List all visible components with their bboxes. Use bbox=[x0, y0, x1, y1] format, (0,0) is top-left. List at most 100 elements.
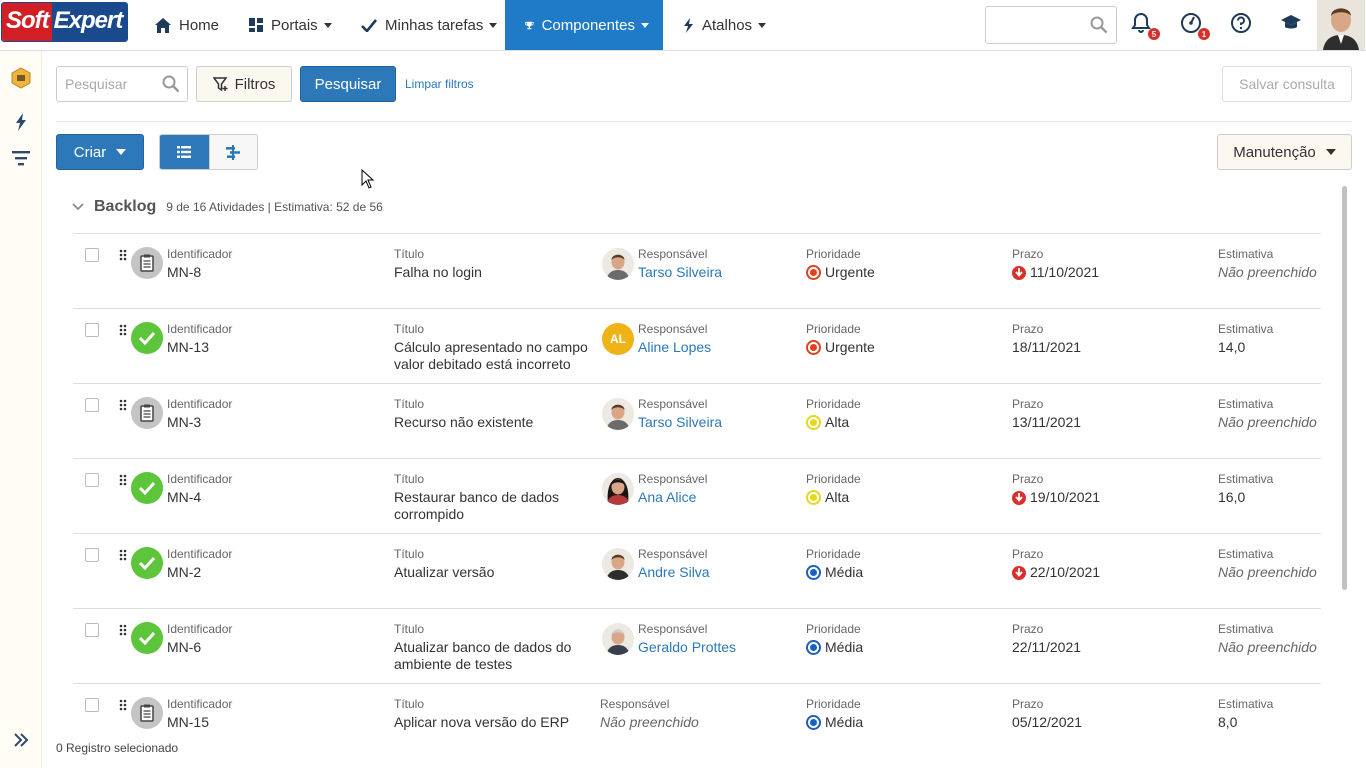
help-button[interactable] bbox=[1230, 12, 1256, 38]
priority-cell: Prioridade Média bbox=[806, 547, 863, 581]
learning-button[interactable] bbox=[1280, 12, 1306, 38]
row-checkbox[interactable] bbox=[85, 548, 99, 562]
clear-filters-link[interactable]: Limpar filtros bbox=[405, 77, 474, 91]
nav-componentes[interactable]: Componentes bbox=[505, 0, 663, 50]
title-label: Título bbox=[394, 622, 425, 636]
responsible-link[interactable]: Geraldo Prottes bbox=[638, 639, 736, 656]
table-row[interactable]: Identificador MN-15 Título Aplicar nova ver… bbox=[73, 683, 1321, 758]
identifier-label: Identificador bbox=[167, 622, 233, 636]
priority-label: Prioridade bbox=[806, 622, 861, 636]
estimate-cell: Estimativa Não preenchido bbox=[1218, 247, 1318, 281]
scrollbar-thumb[interactable] bbox=[1342, 186, 1347, 590]
title-value[interactable]: Restaurar banco de dados corrompido bbox=[394, 489, 594, 523]
table-row[interactable]: Identificador MN-6 Título Atualizar banco d… bbox=[73, 608, 1321, 683]
completed-check-icon bbox=[131, 472, 163, 504]
deadline-label: Prazo bbox=[1012, 697, 1044, 711]
title-value[interactable]: Falha no login bbox=[394, 264, 594, 281]
drag-handle-icon[interactable] bbox=[119, 324, 127, 336]
document-icon bbox=[131, 697, 163, 729]
user-avatar[interactable] bbox=[1317, 0, 1365, 50]
responsible-cell: Responsável Ana Alice bbox=[638, 472, 707, 506]
deadline-label: Prazo bbox=[1012, 397, 1044, 411]
search-field[interactable] bbox=[56, 66, 188, 102]
global-search-input[interactable] bbox=[985, 6, 1117, 44]
title-cell: Título Atualizar banco de dados do ambien… bbox=[394, 622, 594, 673]
priority-cell: Prioridade Média bbox=[806, 622, 863, 656]
responsible-link[interactable]: Aline Lopes bbox=[638, 339, 711, 356]
nav-portais[interactable]: Portais bbox=[249, 0, 332, 50]
maintenance-dropdown[interactable]: Manutenção bbox=[1217, 134, 1352, 170]
title-label: Título bbox=[394, 547, 425, 561]
drag-handle-icon[interactable] bbox=[119, 699, 127, 711]
responsible-link[interactable]: Tarso Silveira bbox=[638, 414, 722, 431]
component-app-icon[interactable] bbox=[10, 67, 32, 89]
responsible-link[interactable]: Ana Alice bbox=[638, 489, 707, 506]
chevron-down-icon bbox=[489, 22, 498, 28]
expand-rail-button[interactable] bbox=[12, 731, 30, 749]
deadline-cell: Prazo 11/10/2021 bbox=[1012, 247, 1099, 281]
nav-home[interactable]: Home bbox=[155, 0, 219, 50]
row-checkbox[interactable] bbox=[85, 698, 99, 712]
drag-handle-icon[interactable] bbox=[119, 549, 127, 561]
table-row[interactable]: Identificador MN-8 Título Falha no login Res… bbox=[73, 233, 1321, 308]
filters-button[interactable]: Filtros bbox=[196, 66, 292, 102]
title-cell: Título Atualizar versão bbox=[394, 547, 594, 581]
list-view-button[interactable] bbox=[160, 135, 209, 169]
priority-label: Prioridade bbox=[806, 547, 861, 561]
table-row[interactable]: Identificador MN-2 Título Atualizar versão R… bbox=[73, 533, 1321, 608]
nav-atalhos[interactable]: Atalhos bbox=[683, 0, 767, 50]
table-row[interactable]: Identificador MN-4 Título Restaurar banco d… bbox=[73, 458, 1321, 533]
row-checkbox[interactable] bbox=[85, 398, 99, 412]
save-query-button[interactable]: Salvar consulta bbox=[1222, 66, 1352, 102]
priority-value: Média bbox=[825, 639, 864, 655]
drag-handle-icon[interactable] bbox=[119, 624, 127, 636]
title-value[interactable]: Atualizar versão bbox=[394, 564, 594, 581]
filter-rail-button[interactable] bbox=[10, 147, 32, 169]
responsible-label: Responsável bbox=[638, 547, 708, 561]
row-checkbox[interactable] bbox=[85, 623, 99, 637]
chevron-down-icon bbox=[758, 22, 767, 28]
priority-value: Média bbox=[825, 714, 864, 730]
estimate-value: 16,0 bbox=[1218, 489, 1246, 505]
notifications-button[interactable]: 5 bbox=[1130, 12, 1160, 40]
drag-handle-icon[interactable] bbox=[119, 399, 127, 411]
row-checkbox[interactable] bbox=[85, 248, 99, 262]
drag-handle-icon[interactable] bbox=[119, 474, 127, 486]
softexpert-logo[interactable]: Soft Expert bbox=[1, 2, 128, 42]
list-icon bbox=[177, 146, 192, 158]
responsible-cell: Responsável Tarso Silveira bbox=[638, 397, 722, 431]
priority-cell: Prioridade Alta bbox=[806, 397, 861, 431]
shortcuts-rail-button[interactable] bbox=[10, 111, 32, 133]
identifier-cell: Identificador MN-4 bbox=[167, 472, 232, 506]
title-value[interactable]: Atualizar banco de dados do ambiente de … bbox=[394, 639, 594, 673]
search-input[interactable] bbox=[65, 67, 161, 101]
deadline-value: 22/10/2021 bbox=[1030, 564, 1101, 580]
title-value[interactable]: Recurso não existente bbox=[394, 414, 594, 431]
estimate-cell: Estimativa 8,0 bbox=[1218, 697, 1318, 731]
gantt-view-button[interactable] bbox=[208, 135, 257, 169]
estimate-cell: Estimativa Não preenchido bbox=[1218, 397, 1318, 431]
responsible-link[interactable]: Tarso Silveira bbox=[638, 264, 722, 281]
responsible-link[interactable]: Andre Silva bbox=[638, 564, 710, 581]
title-value[interactable]: Cálculo apresentado no campo valor debit… bbox=[394, 339, 594, 373]
document-icon bbox=[131, 397, 163, 429]
title-value[interactable]: Aplicar nova versão do ERP bbox=[394, 714, 594, 731]
backlog-header[interactable]: Backlog 9 de 16 Atividades | Estimativa:… bbox=[72, 198, 383, 216]
table-row[interactable]: Identificador MN-3 Título Recurso não exist… bbox=[73, 383, 1321, 458]
drag-handle-icon[interactable] bbox=[119, 249, 127, 261]
priority-dot-icon bbox=[806, 640, 821, 655]
row-checkbox[interactable] bbox=[85, 473, 99, 487]
nav-minhas-tarefas[interactable]: Minhas tarefas bbox=[361, 0, 498, 50]
table-row[interactable]: Identificador MN-13 Título Cálculo apresent… bbox=[73, 308, 1321, 383]
nav-home-label: Home bbox=[179, 16, 220, 34]
alerts-button[interactable]: 1 bbox=[1180, 12, 1210, 40]
search-button[interactable]: Pesquisar bbox=[300, 66, 396, 102]
estimate-cell: Estimativa Não preenchido bbox=[1218, 547, 1318, 581]
responsible-label: Responsável bbox=[600, 697, 670, 711]
deadline-label: Prazo bbox=[1012, 622, 1044, 636]
deadline-cell: Prazo 19/10/2021 bbox=[1012, 472, 1100, 506]
save-query-label: Salvar consulta bbox=[1239, 76, 1335, 92]
create-button[interactable]: Criar bbox=[56, 134, 144, 170]
row-checkbox[interactable] bbox=[85, 323, 99, 337]
responsible-avatar: AL bbox=[602, 323, 634, 355]
